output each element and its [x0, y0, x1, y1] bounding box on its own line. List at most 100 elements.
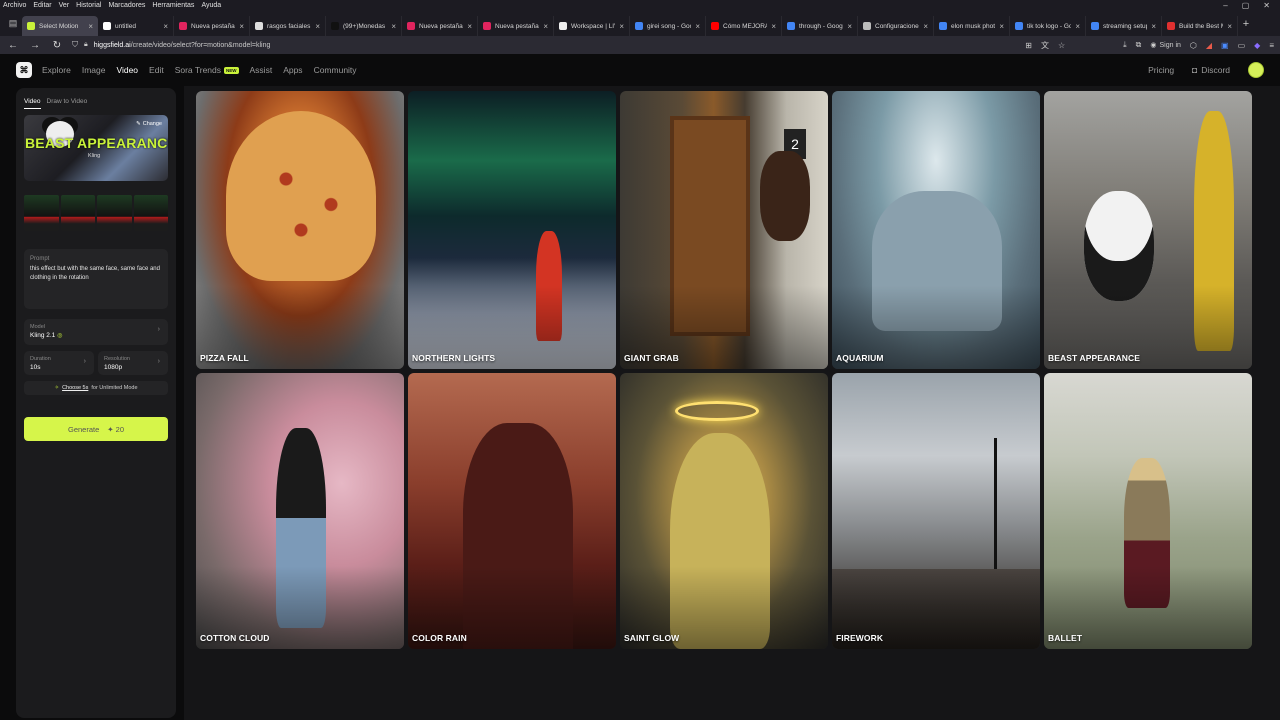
- nav-community[interactable]: Community: [314, 65, 357, 75]
- nav-edit[interactable]: Edit: [149, 65, 164, 75]
- prompt-field[interactable]: Prompt this effect but with the same fac…: [24, 249, 168, 309]
- effect-card-ballet[interactable]: BALLET: [1044, 373, 1252, 649]
- menu-ayuda[interactable]: Ayuda: [201, 2, 221, 9]
- higgsfield-logo-icon[interactable]: ⌘: [16, 62, 32, 78]
- menu-ver[interactable]: Ver: [59, 2, 70, 9]
- choose-5s-link[interactable]: Choose 5s: [62, 385, 88, 391]
- effect-label: COTTON CLOUD: [200, 633, 270, 643]
- browser-tab[interactable]: Nueva pestaña ×: [174, 16, 250, 36]
- frame-thumbnail: [60, 195, 95, 231]
- close-tab-icon[interactable]: ×: [923, 22, 928, 31]
- browser-tab[interactable]: girei song - Goog ×: [630, 16, 706, 36]
- browser-tab[interactable]: streaming setup ×: [1086, 16, 1162, 36]
- menu-marcadores[interactable]: Marcadores: [108, 2, 145, 9]
- extension-purple-icon[interactable]: ◆: [1254, 41, 1260, 50]
- browser-tab[interactable]: Configuraciones ×: [858, 16, 934, 36]
- nav-apps[interactable]: Apps: [283, 65, 302, 75]
- effect-card-beast-appearance[interactable]: BEAST APPEARANCE: [1044, 91, 1252, 369]
- effect-card-giant-grab[interactable]: 2 GIANT GRAB: [620, 91, 828, 369]
- browser-tab[interactable]: Workspace | LIVE ×: [554, 16, 630, 36]
- translate-icon[interactable]: ⊞: [1025, 41, 1032, 50]
- pricing-link[interactable]: Pricing: [1148, 65, 1174, 75]
- menu-icon[interactable]: ≡: [1269, 41, 1274, 50]
- browser-tab[interactable]: (99+)Monedas de ×: [326, 16, 402, 36]
- close-tab-icon[interactable]: ×: [467, 22, 472, 31]
- effect-card-northern-lights[interactable]: NORTHERN LIGHTS: [408, 91, 616, 369]
- extension-blue-icon[interactable]: ▣: [1221, 41, 1229, 50]
- browser-tab[interactable]: elon musk photo ×: [934, 16, 1010, 36]
- effect-card-color-rain[interactable]: COLOR RAIN: [408, 373, 616, 649]
- menu-editar[interactable]: Editar: [33, 2, 51, 9]
- minimize-button[interactable]: –: [1223, 1, 1227, 10]
- generate-button[interactable]: Generate ✦ 20: [24, 417, 168, 441]
- browser-tab[interactable]: Nueva pestaña ×: [402, 16, 478, 36]
- new-badge: NEW: [224, 66, 239, 74]
- close-tab-icon[interactable]: ×: [1151, 22, 1156, 31]
- nav-sora-trends[interactable]: Sora Trends NEW: [175, 65, 239, 75]
- tab-list-icon[interactable]: ▤: [4, 15, 22, 33]
- resolution-select[interactable]: Resolution 1080p ›: [98, 351, 168, 375]
- close-tab-icon[interactable]: ×: [771, 22, 776, 31]
- browser-tab[interactable]: untitled ×: [98, 16, 174, 36]
- browser-tab[interactable]: Nueva pestaña ×: [478, 16, 554, 36]
- prompt-text[interactable]: this effect but with the same face, same…: [30, 265, 162, 283]
- effect-card-firework[interactable]: FIREWORK: [832, 373, 1040, 649]
- duration-select[interactable]: Duration 10s ›: [24, 351, 94, 375]
- url-bar[interactable]: ⛉ 🔒︎ higgsfield.ai/create/video/select?f…: [72, 38, 1017, 52]
- effect-card-saint-glow[interactable]: SAINT GLOW: [620, 373, 828, 649]
- close-tab-icon[interactable]: ×: [88, 22, 93, 31]
- nav-assist[interactable]: Assist: [250, 65, 273, 75]
- browser-tab[interactable]: Select Motion ×: [22, 16, 98, 36]
- effect-card-aquarium[interactable]: AQUARIUM: [832, 91, 1040, 369]
- language-icon[interactable]: 文: [1041, 40, 1049, 51]
- model-select[interactable]: Model Kling 2.1 ◎ ›: [24, 319, 168, 345]
- nav-image[interactable]: Image: [82, 65, 106, 75]
- close-tab-icon[interactable]: ×: [999, 22, 1004, 31]
- nav-video[interactable]: Video: [116, 65, 138, 75]
- bookmark-star-icon[interactable]: ☆: [1058, 41, 1065, 50]
- close-tab-icon[interactable]: ×: [315, 22, 320, 31]
- menu-herramientas[interactable]: Herramientas: [152, 2, 194, 9]
- effect-card-pizza-fall[interactable]: PIZZA FALL: [196, 91, 404, 369]
- new-tab-button[interactable]: +: [1238, 18, 1254, 30]
- screenshot-icon[interactable]: ⧉: [1136, 40, 1142, 50]
- browser-tab[interactable]: Cómo MEJORAR ×: [706, 16, 782, 36]
- menu-historial[interactable]: Historial: [76, 2, 101, 9]
- favicon-icon: [1091, 22, 1099, 30]
- close-tab-icon[interactable]: ×: [163, 22, 168, 31]
- effect-card-cotton-cloud[interactable]: COTTON CLOUD: [196, 373, 404, 649]
- close-tab-icon[interactable]: ×: [1227, 22, 1232, 31]
- close-tab-icon[interactable]: ×: [619, 22, 624, 31]
- browser-tab[interactable]: rasgos faciales en ×: [250, 16, 326, 36]
- tab-draw-to-video[interactable]: Draw to Video: [47, 98, 88, 109]
- close-tab-icon[interactable]: ×: [695, 22, 700, 31]
- forward-icon[interactable]: →: [28, 40, 42, 51]
- tab-video[interactable]: Video: [24, 98, 41, 109]
- close-tab-icon[interactable]: ×: [239, 22, 244, 31]
- browser-tab[interactable]: tik tok logo - Goo ×: [1010, 16, 1086, 36]
- nav-explore[interactable]: Explore: [42, 65, 71, 75]
- url-path: /create/video/select?for=motion&model=kl…: [130, 41, 271, 49]
- download-icon[interactable]: ⤓: [1123, 40, 1127, 50]
- sign-in-button[interactable]: ◉ Sign in: [1150, 41, 1181, 50]
- close-tab-icon[interactable]: ×: [847, 22, 852, 31]
- reload-icon[interactable]: ↻: [50, 40, 64, 51]
- maximize-button[interactable]: ▢: [1242, 1, 1250, 10]
- tab-title: Build the Best M: [1179, 22, 1224, 30]
- effect-label: FIREWORK: [836, 633, 884, 643]
- browser-tab[interactable]: Build the Best M ×: [1162, 16, 1238, 36]
- change-button[interactable]: ✎ Change: [136, 121, 162, 127]
- browser-tab[interactable]: through - Google ×: [782, 16, 858, 36]
- back-icon[interactable]: ←: [6, 40, 20, 51]
- close-tab-icon[interactable]: ×: [1075, 22, 1080, 31]
- extensions-icon[interactable]: ⬡: [1190, 41, 1197, 50]
- close-window-button[interactable]: ✕: [1263, 1, 1270, 10]
- discord-link[interactable]: ◘ Discord: [1192, 65, 1230, 75]
- selected-motion-preview[interactable]: BEAST APPEARANCE Kling ✎ Change: [24, 115, 168, 181]
- sidebar-toggle-icon[interactable]: ▭: [1238, 41, 1246, 50]
- menu-archivo[interactable]: Archivo: [3, 2, 26, 9]
- close-tab-icon[interactable]: ×: [543, 22, 548, 31]
- avatar[interactable]: [1248, 62, 1264, 78]
- extension-red-icon[interactable]: ◢: [1206, 41, 1212, 50]
- close-tab-icon[interactable]: ×: [391, 22, 396, 31]
